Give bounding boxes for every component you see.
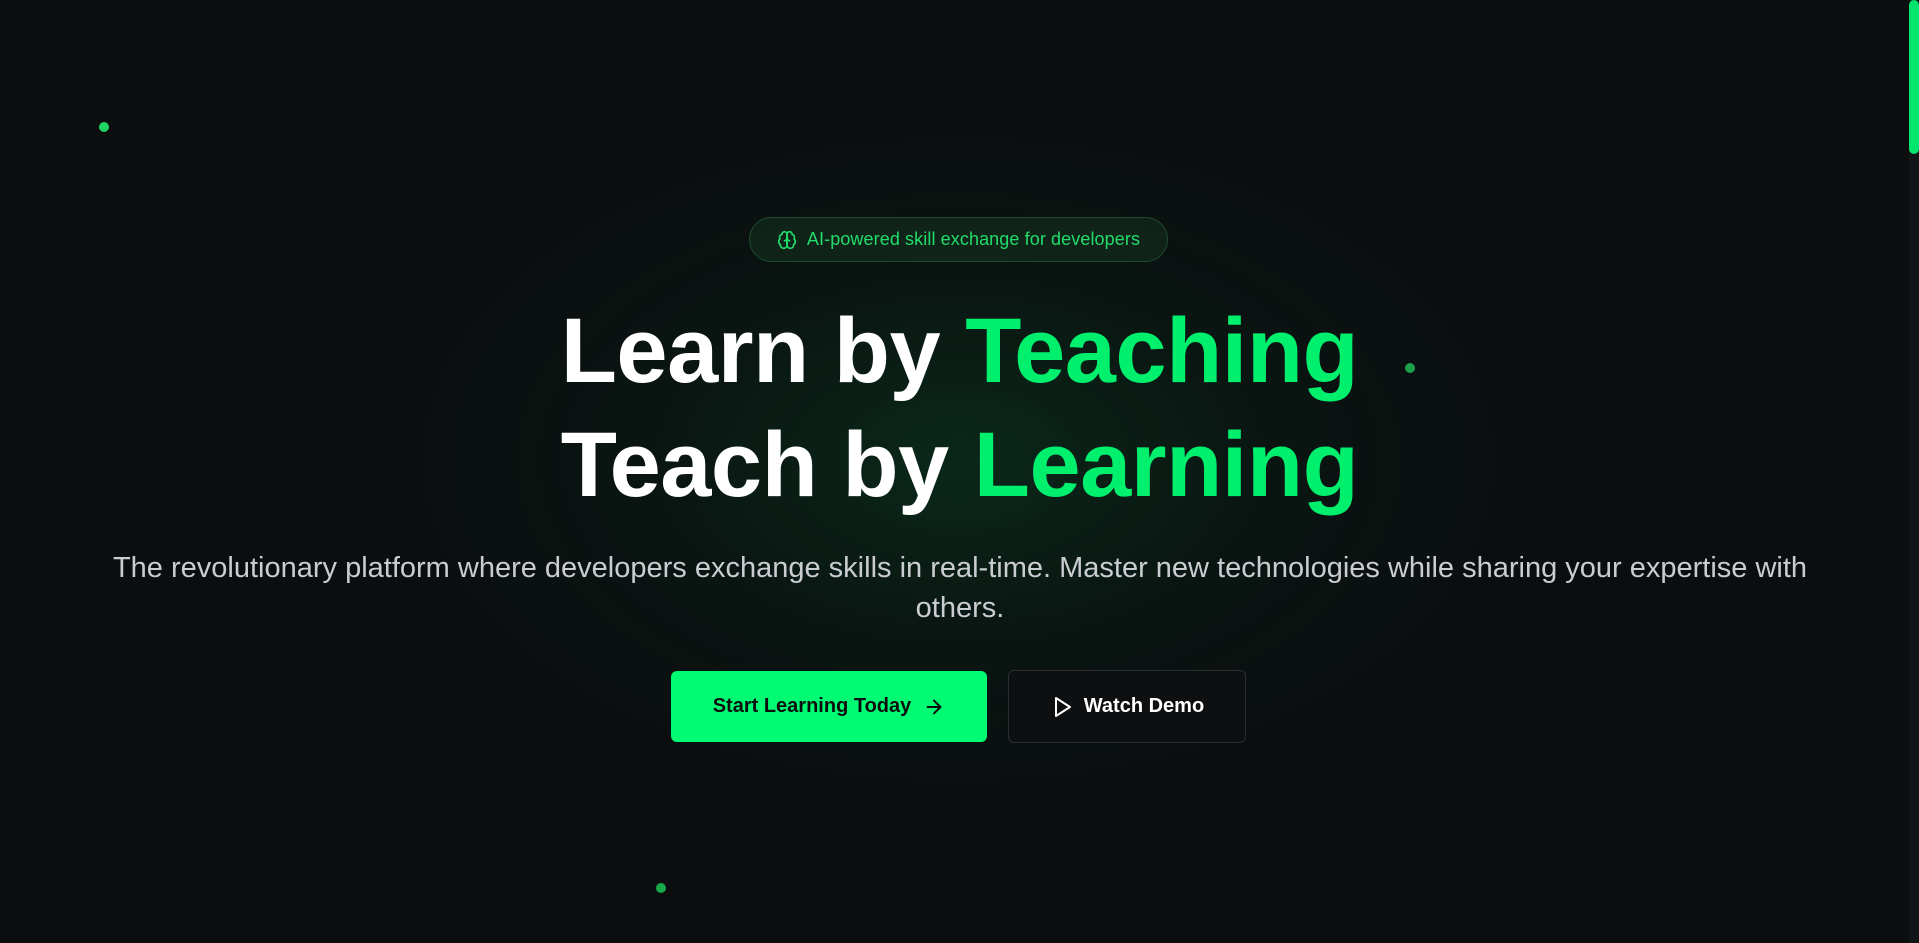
headline-line-1-green: Teaching xyxy=(965,300,1359,402)
badge-text: AI-powered skill exchange for developers xyxy=(806,229,1141,249)
hero-subtitle: The revolutionary platform where develop… xyxy=(112,552,1808,624)
decorative-dot xyxy=(656,883,666,893)
headline-line-1: Learn by Teaching xyxy=(0,305,1919,397)
decorative-dot xyxy=(99,122,109,132)
headline-line-1-white: Learn by xyxy=(560,300,941,402)
start-learning-label: Start Learning Today xyxy=(712,695,912,717)
brain-icon xyxy=(777,230,797,250)
headline-line-2-green: Learning xyxy=(973,414,1359,516)
headline-line-2-white: Teach by xyxy=(560,414,950,516)
arrow-right-icon xyxy=(923,696,945,718)
scrollbar-thumb[interactable] xyxy=(1909,0,1919,154)
start-learning-button[interactable]: Start Learning Today xyxy=(671,671,987,742)
watch-demo-button[interactable]: Watch Demo xyxy=(1008,670,1246,743)
scrollbar-track[interactable] xyxy=(1909,0,1919,943)
headline-line-2: Teach by Learning xyxy=(0,419,1919,511)
hero-badge: AI-powered skill exchange for developers xyxy=(749,217,1168,262)
landing-page: AI-powered skill exchange for developers… xyxy=(0,0,1919,943)
play-icon xyxy=(1050,695,1074,719)
watch-demo-label: Watch Demo xyxy=(1083,695,1205,717)
